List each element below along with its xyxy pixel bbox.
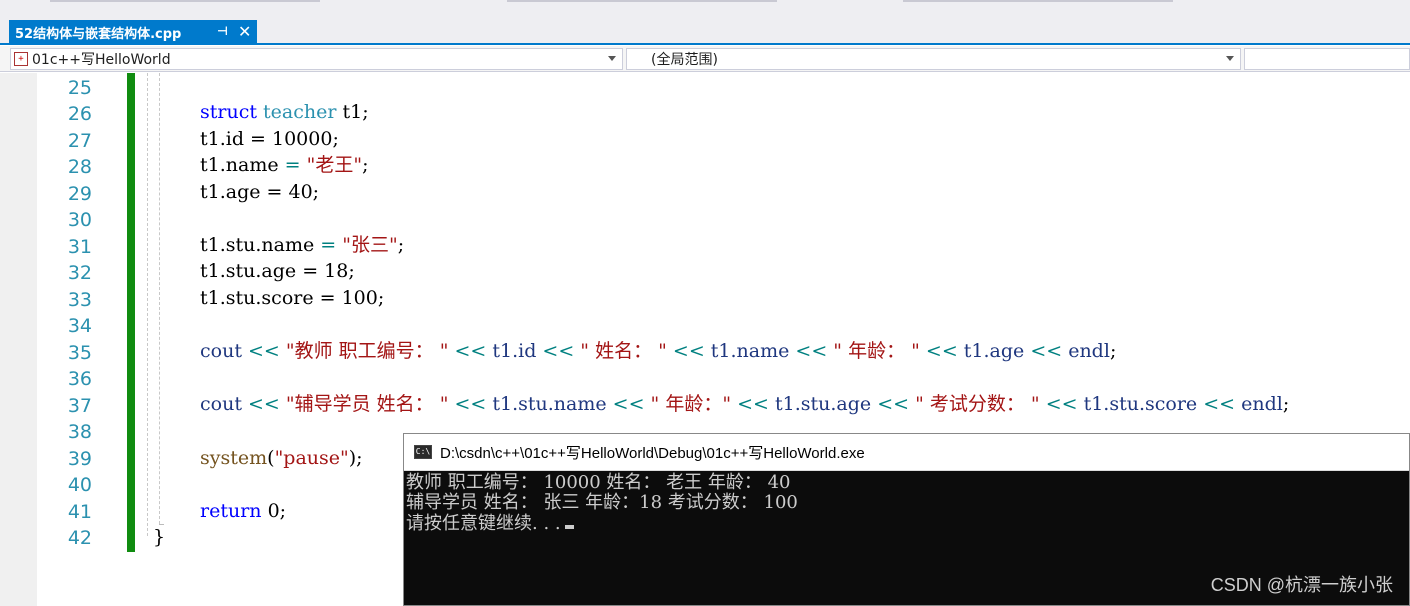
line-number: 29 — [67, 183, 92, 205]
line-number: 42 — [67, 527, 92, 549]
scope-name: (全局范围) — [651, 52, 718, 68]
console-line: 教师 职工编号： 10000 姓名： 老王 年龄： 40 — [406, 472, 791, 493]
code-line-29: t1.age = 40; — [200, 181, 320, 203]
navigation-bar: + 01c++写HelloWorld (全局范围) — [0, 46, 1410, 72]
watermark: CSDN @杭漂一族小张 — [1210, 575, 1393, 595]
change-tracking-bar — [127, 73, 135, 552]
line-number: 40 — [67, 474, 92, 496]
indicator-margin — [0, 73, 37, 606]
chevron-down-icon — [608, 56, 616, 61]
code-line-42: } — [153, 526, 166, 548]
line-number: 28 — [67, 156, 92, 178]
line-number: 34 — [67, 315, 92, 337]
indent-guide — [159, 73, 160, 524]
line-number: 37 — [67, 395, 92, 417]
code-line-35: cout << "教师 职工编号： " << t1.id << " 姓名： " … — [200, 340, 1117, 362]
console-title: D:\csdn\c++\01c++写HelloWorld\Debug\01c++… — [440, 444, 865, 462]
tab-title: 52结构体与嵌套结构体.cpp — [15, 27, 182, 42]
code-line-32: t1.stu.age = 18; — [200, 260, 355, 282]
code-line-26: struct teacher t1; — [200, 101, 369, 123]
line-number: 36 — [67, 368, 92, 390]
cpp-project-icon: + — [14, 52, 28, 66]
active-document-tab[interactable]: 52结构体与嵌套结构体.cpp ⊣ ✕ — [9, 20, 257, 45]
code-line-37: cout << "辅导学员 姓名： " << t1.stu.name << " … — [200, 393, 1290, 415]
line-number: 25 — [67, 77, 92, 99]
outline-guide — [147, 73, 148, 536]
console-line: 辅导学员 姓名： 张三 年龄：18 考试分数： 100 — [406, 492, 798, 513]
console-window[interactable]: C:\ D:\csdn\c++\01c++写HelloWorld\Debug\0… — [403, 433, 1410, 606]
chevron-down-icon — [1226, 56, 1234, 61]
line-number: 35 — [67, 342, 92, 364]
code-line-39: system("pause"); — [200, 447, 363, 469]
ghost-tab-2 — [507, 0, 777, 2]
code-line-33: t1.stu.score = 100; — [200, 287, 385, 309]
line-number: 41 — [67, 501, 92, 523]
code-line-31: t1.stu.name = "张三"; — [200, 234, 405, 256]
code-line-27: t1.id = 10000; — [200, 128, 339, 150]
document-tab-bar: 52结构体与嵌套结构体.cpp ⊣ ✕ — [0, 20, 1410, 45]
top-strip — [0, 0, 1410, 20]
console-title-bar[interactable]: C:\ D:\csdn\c++\01c++写HelloWorld\Debug\0… — [404, 434, 1409, 471]
member-dropdown[interactable] — [1244, 48, 1410, 70]
line-number: 38 — [67, 421, 92, 443]
scope-dropdown[interactable]: (全局范围) — [626, 48, 1241, 70]
project-name: 01c++写HelloWorld — [32, 52, 171, 68]
line-number: 26 — [67, 103, 92, 125]
console-app-icon: C:\ — [414, 445, 432, 459]
line-number: 33 — [67, 289, 92, 311]
ghost-tab-1 — [50, 0, 320, 2]
ghost-tab-3 — [903, 0, 1173, 2]
project-dropdown[interactable]: + 01c++写HelloWorld — [10, 48, 623, 70]
code-line-41: return 0; — [200, 500, 287, 522]
line-number: 39 — [67, 448, 92, 470]
console-line: 请按任意键继续. . . — [406, 513, 574, 534]
line-number: 30 — [67, 209, 92, 231]
line-number: 32 — [67, 262, 92, 284]
close-icon[interactable]: ✕ — [238, 22, 251, 41]
code-line-28: t1.name = "老王"; — [200, 154, 369, 176]
line-number: 31 — [67, 236, 92, 258]
pin-icon[interactable]: ⊣ — [217, 24, 228, 38]
line-number: 27 — [67, 130, 92, 152]
console-cursor — [564, 525, 574, 529]
